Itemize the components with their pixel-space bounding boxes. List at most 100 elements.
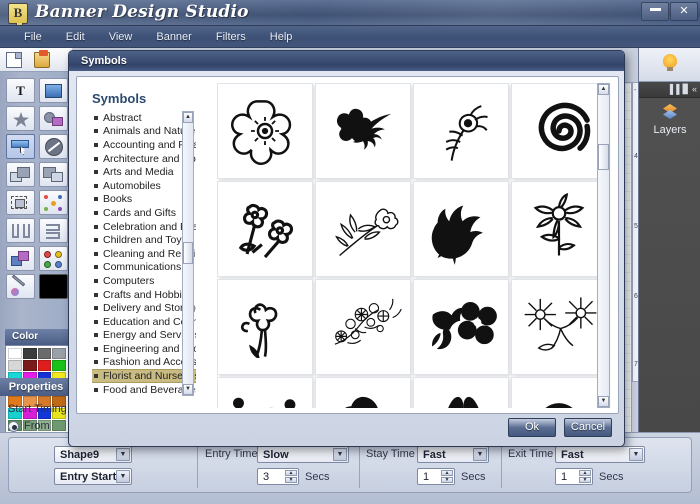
color-swatch[interactable] bbox=[8, 348, 22, 359]
symbol-cell[interactable] bbox=[217, 377, 313, 408]
symbol-cell[interactable] bbox=[511, 83, 607, 179]
group-tool-button[interactable] bbox=[6, 190, 35, 215]
layer-order-tool-button[interactable] bbox=[6, 246, 35, 271]
send-backward-tool-button[interactable] bbox=[6, 162, 35, 187]
symbols-tool-button[interactable] bbox=[39, 246, 68, 271]
stepper-up-icon[interactable]: ▲ bbox=[579, 470, 591, 476]
symbol-cell[interactable] bbox=[315, 377, 411, 408]
image-tool-button[interactable] bbox=[39, 78, 68, 103]
category-item[interactable]: Cards and Gifts bbox=[92, 206, 196, 220]
chevron-down-icon[interactable]: ▼ bbox=[333, 448, 347, 461]
open-folder-icon[interactable] bbox=[34, 52, 50, 68]
symbol-cell[interactable] bbox=[315, 83, 411, 179]
symbols-dialog[interactable]: Symbols Symbols AbstractAnimals and Natu… bbox=[68, 50, 625, 447]
menu-item-edit[interactable]: Edit bbox=[56, 28, 95, 46]
stay-time-secs-input[interactable]: 1 ▲ ▼ bbox=[417, 468, 455, 485]
category-item[interactable]: Engineering and Tools bbox=[92, 342, 196, 356]
color-swatch[interactable] bbox=[52, 348, 66, 359]
category-item[interactable]: Education and Counse... bbox=[92, 315, 196, 329]
category-item[interactable]: Automobiles bbox=[92, 179, 196, 193]
category-item[interactable]: Crafts and Hobbies bbox=[92, 288, 196, 302]
cancel-button[interactable]: Cancel bbox=[564, 418, 612, 437]
category-item[interactable]: Abstract bbox=[92, 111, 196, 125]
category-scrollbar[interactable]: ▲ ▼ bbox=[182, 111, 194, 396]
symbol-cell[interactable] bbox=[315, 181, 411, 277]
category-item[interactable]: Arts and Media bbox=[92, 165, 196, 179]
entry-select[interactable]: Entry Start ▼ bbox=[54, 468, 132, 485]
scroll-down-arrow-icon[interactable]: ▼ bbox=[183, 384, 193, 395]
menu-item-view[interactable]: View bbox=[99, 28, 143, 46]
scroll-down-arrow-icon[interactable]: ▼ bbox=[598, 396, 609, 407]
stay-time-select[interactable]: Fast ▼ bbox=[417, 446, 489, 463]
ellipse-tool-button[interactable] bbox=[39, 134, 68, 159]
symbol-cell[interactable] bbox=[413, 83, 509, 179]
menu-item-help[interactable]: Help bbox=[260, 28, 303, 46]
category-item[interactable]: Communications bbox=[92, 261, 196, 275]
category-item[interactable]: Celebration and Events bbox=[92, 220, 196, 234]
color-swatch[interactable] bbox=[52, 360, 66, 371]
symbol-cell[interactable] bbox=[217, 181, 313, 277]
category-item[interactable]: Florist and Nurseries bbox=[92, 369, 196, 383]
color-swatch[interactable] bbox=[23, 360, 37, 371]
category-item[interactable]: Animals and Nature bbox=[92, 125, 196, 139]
lightbulb-icon[interactable] bbox=[663, 54, 677, 68]
symbol-cell[interactable] bbox=[217, 83, 313, 179]
category-item[interactable]: Cleaning and Repair bbox=[92, 247, 196, 261]
menu-item-file[interactable]: File bbox=[14, 28, 52, 46]
symbol-cell[interactable] bbox=[511, 377, 607, 408]
category-item[interactable]: Fashion and Accessori... bbox=[92, 356, 196, 370]
symbol-cell[interactable] bbox=[217, 279, 313, 375]
category-item[interactable]: Food and Beverages bbox=[92, 383, 196, 396]
shape-select[interactable]: Shape9 ▼ bbox=[54, 446, 132, 463]
symbol-cell[interactable] bbox=[511, 279, 607, 375]
ok-button[interactable]: Ok bbox=[508, 418, 556, 437]
eyedropper-tool-button[interactable] bbox=[6, 274, 35, 299]
radio-icon-selected[interactable] bbox=[8, 421, 19, 432]
category-item[interactable]: Accounting and Finance bbox=[92, 138, 196, 152]
foreground-color-swatch[interactable] bbox=[39, 274, 68, 299]
chevron-down-icon[interactable]: ▼ bbox=[629, 448, 643, 461]
stepper-up-icon[interactable]: ▲ bbox=[441, 470, 453, 476]
shapes-tool-button[interactable] bbox=[39, 106, 68, 131]
category-item[interactable]: Energy and Services bbox=[92, 329, 196, 343]
menu-item-banner[interactable]: Banner bbox=[146, 28, 201, 46]
chevron-down-icon[interactable]: ▼ bbox=[116, 448, 130, 461]
category-item[interactable]: Delivery and Storage bbox=[92, 301, 196, 315]
symbol-cell[interactable] bbox=[413, 377, 509, 408]
chevron-down-icon[interactable]: ▼ bbox=[116, 470, 130, 483]
stepper-down-icon[interactable]: ▼ bbox=[285, 477, 297, 483]
color-swatch[interactable] bbox=[23, 348, 37, 359]
scrollbar-thumb[interactable] bbox=[183, 242, 193, 264]
category-item[interactable]: Children and Toys bbox=[92, 233, 196, 247]
scroll-up-arrow-icon[interactable]: ▲ bbox=[598, 84, 609, 95]
star-shape-tool-button[interactable] bbox=[6, 106, 35, 131]
entry-time-secs-input[interactable]: 3 ▲ ▼ bbox=[257, 468, 299, 485]
bring-forward-tool-button[interactable] bbox=[39, 162, 68, 187]
close-button[interactable]: ✕ bbox=[670, 2, 698, 21]
stepper-down-icon[interactable]: ▼ bbox=[441, 477, 453, 483]
category-item[interactable]: Architecture and Const... bbox=[92, 152, 196, 166]
color-swatch[interactable] bbox=[38, 360, 52, 371]
exit-time-select[interactable]: Fast ▼ bbox=[555, 446, 645, 463]
symbol-grid-viewport[interactable] bbox=[217, 83, 613, 408]
chevron-down-icon[interactable]: ▼ bbox=[473, 448, 487, 461]
new-page-icon[interactable] bbox=[6, 52, 22, 68]
symbol-cell[interactable] bbox=[315, 279, 411, 375]
scroll-up-arrow-icon[interactable]: ▲ bbox=[183, 112, 193, 123]
symbol-grid-scrollbar[interactable]: ▲ ▼ bbox=[597, 83, 610, 408]
color-swatch[interactable] bbox=[8, 360, 22, 371]
text-tool-button[interactable]: T bbox=[6, 78, 35, 103]
category-item[interactable]: Books bbox=[92, 193, 196, 207]
exit-time-secs-input[interactable]: 1 ▲ ▼ bbox=[555, 468, 593, 485]
effects-tool-button[interactable] bbox=[39, 190, 68, 215]
dock-collapse-bar[interactable]: ▌▌▊ « bbox=[639, 82, 700, 98]
align-top-tool-button[interactable] bbox=[39, 218, 68, 243]
stepper-down-icon[interactable]: ▼ bbox=[579, 477, 591, 483]
align-left-tool-button[interactable] bbox=[6, 218, 35, 243]
scrollbar-thumb[interactable] bbox=[598, 144, 609, 170]
button-tool-button[interactable] bbox=[6, 134, 35, 159]
symbol-cell[interactable] bbox=[511, 181, 607, 277]
category-item[interactable]: Computers bbox=[92, 274, 196, 288]
symbol-cell[interactable] bbox=[413, 279, 509, 375]
color-swatch[interactable] bbox=[38, 348, 52, 359]
